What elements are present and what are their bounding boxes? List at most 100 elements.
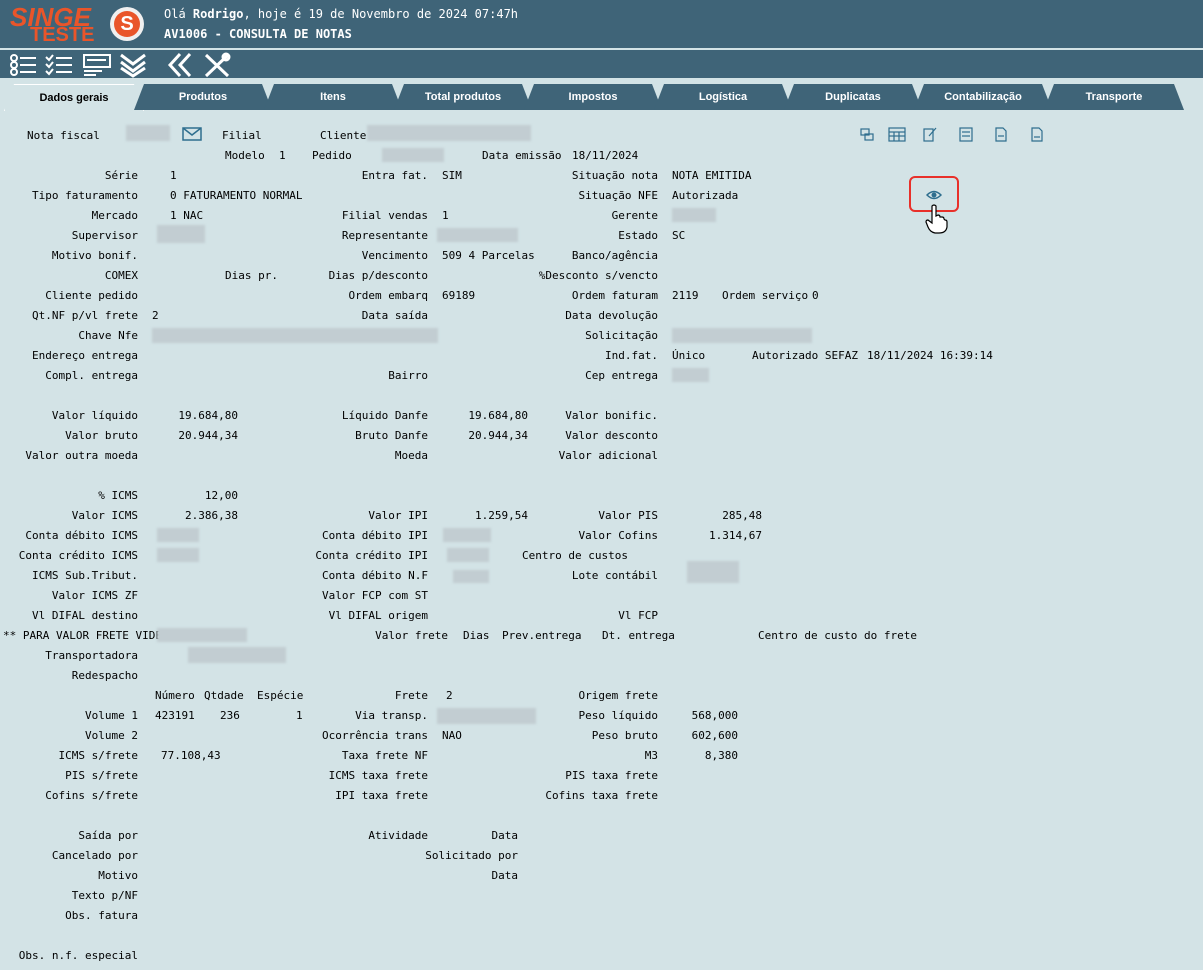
mercado-value: 1 NAC xyxy=(170,209,204,222)
ordem-servico-value: 0 xyxy=(812,289,819,302)
calendar-icon[interactable] xyxy=(888,127,906,142)
label-solicitacao: Solicitação xyxy=(585,329,658,342)
peso-bruto-value: 602,600 xyxy=(691,729,738,742)
label-conta-debito-icms: Conta débito ICMS xyxy=(25,529,138,542)
list-check-icon[interactable] xyxy=(44,52,74,78)
label-conta-debito-ipi: Conta débito IPI xyxy=(322,529,428,542)
representante-value xyxy=(437,228,518,242)
volume1-qtdade: 236 xyxy=(220,709,240,722)
label-data-devolucao: Data devolução xyxy=(565,309,658,322)
label-conta-debito-nf: Conta débito N.F xyxy=(322,569,428,582)
label-peso-bruto: Peso bruto xyxy=(591,729,658,742)
label-motivo-bonif: Motivo bonif. xyxy=(51,249,138,262)
label-motivo: Motivo xyxy=(98,869,138,882)
label-valor-pis: Valor PIS xyxy=(598,509,658,522)
label-lote-contabil: Lote contábil xyxy=(571,569,658,582)
screen-title: AV1006 - CONSULTA DE NOTAS xyxy=(164,27,352,41)
tipo-faturamento-value: 0 FATURAMENTO NORMAL xyxy=(170,189,303,202)
label-valor-desconto: Valor desconto xyxy=(565,429,658,442)
label-moeda: Moeda xyxy=(394,449,428,462)
label-compl-entrega: Compl. entrega xyxy=(45,369,138,382)
label-vl-difal-destino: Vl DIFAL destino xyxy=(32,609,138,622)
autorizado-sefaz-value: 18/11/2024 16:39:14 xyxy=(867,349,993,362)
label-icms-sub-tribut: ICMS Sub.Tribut. xyxy=(32,569,138,582)
label-comex: COMEX xyxy=(104,269,138,282)
label-cliente: Cliente xyxy=(320,129,367,142)
label-ocorrencia-trans: Ocorrência trans xyxy=(322,729,428,742)
label-endereco-entrega: Endereço entrega xyxy=(32,349,138,362)
label-taxa-frete-nf: Taxa frete NF xyxy=(341,749,428,762)
tab-impostos[interactable]: Impostos xyxy=(524,84,662,110)
label-dias-desconto: Dias p/desconto xyxy=(328,269,428,282)
tools-icon[interactable] xyxy=(202,52,232,78)
double-chevron-left-icon[interactable] xyxy=(166,52,196,78)
label-ordem-faturam: Ordem faturam xyxy=(571,289,658,302)
label-valor-outra-moeda: Valor outra moeda xyxy=(25,449,138,462)
label-transportadora: Transportadora xyxy=(45,649,138,662)
label-vencimento: Vencimento xyxy=(361,249,428,262)
lote-contabil-value xyxy=(687,561,739,583)
label-atividade: Atividade xyxy=(368,829,428,842)
label-para-valor-frete: ** PARA VALOR FRETE VIDE xyxy=(3,629,162,642)
label-ind-fat: Ind.fat. xyxy=(605,349,658,362)
edit-document-icon[interactable] xyxy=(923,127,937,142)
double-chevron-down-icon[interactable] xyxy=(118,52,148,78)
ordem-faturam-value: 2119 xyxy=(672,289,699,302)
label-obs-nf-especial: Obs. n.f. especial xyxy=(18,949,138,962)
label-qt-nf-frete: Qt.NF p/vl frete xyxy=(32,309,138,322)
label-especie: Espécie xyxy=(257,689,304,702)
valor-pis-value: 285,48 xyxy=(722,509,762,522)
singe-mark-icon: S xyxy=(110,7,144,41)
bruto-danfe-value: 20.944,34 xyxy=(468,429,528,442)
label-volume2: Volume 2 xyxy=(85,729,138,742)
list-check-icon[interactable] xyxy=(8,52,38,78)
label-dias-pr: Dias pr. xyxy=(225,269,278,282)
icms-s-frete-value: 77.108,43 xyxy=(161,749,221,762)
ordem-embarq-value: 69189 xyxy=(442,289,476,302)
xml-icon[interactable] xyxy=(1031,127,1045,142)
document-icon[interactable] xyxy=(959,127,973,142)
label-cep-entrega: Cep entrega xyxy=(585,369,658,382)
conta-credito-ipi-value xyxy=(447,548,489,562)
logo-text-bottom: TESTE xyxy=(30,24,95,46)
label-dt-entrega: Dt. entrega xyxy=(602,629,675,642)
label-valor-adicional: Valor adicional xyxy=(558,449,658,462)
app-header: SINGE TESTE S Olá Rodrigo, hoje é 19 de … xyxy=(0,0,1203,48)
pdf-icon[interactable] xyxy=(995,127,1009,142)
label-chave-nfe: Chave Nfe xyxy=(78,329,138,342)
label-prev-entrega: Prev.entrega xyxy=(502,629,582,642)
label-origem-frete: Origem frete xyxy=(578,689,658,702)
tab-produtos[interactable]: Produtos xyxy=(134,84,272,110)
label-valor-fcp-st: Valor FCP com ST xyxy=(322,589,428,602)
label-pis-taxa-frete: PIS taxa frete xyxy=(565,769,658,782)
label-icms-taxa-frete: ICMS taxa frete xyxy=(328,769,428,782)
tab-duplicatas[interactable]: Duplicatas xyxy=(784,84,922,110)
chat-icon[interactable] xyxy=(860,128,874,142)
serie-value: 1 xyxy=(170,169,177,182)
tab-total-produtos[interactable]: Total produtos xyxy=(394,84,532,110)
form-icon[interactable] xyxy=(82,52,112,78)
tab-contabilizacao[interactable]: Contabilização xyxy=(914,84,1052,110)
label-tipo-faturamento: Tipo faturamento xyxy=(32,189,138,202)
solicitacao-value xyxy=(672,328,812,343)
label-centro-custo-frete: Centro de custo do frete xyxy=(758,629,917,642)
qt-nf-frete-value: 2 xyxy=(152,309,159,322)
cep-entrega-value xyxy=(672,368,709,382)
tab-logistica[interactable]: Logística xyxy=(654,84,792,110)
frete-value: 2 xyxy=(446,689,453,702)
tab-transporte[interactable]: Transporte xyxy=(1044,84,1184,110)
label-centro-custos: Centro de custos xyxy=(522,549,628,562)
data-emissao-value: 18/11/2024 xyxy=(572,149,639,162)
toolbar xyxy=(0,48,1203,78)
valor-liquido-value: 19.684,80 xyxy=(178,409,238,422)
label-via-transp: Via transp. xyxy=(355,709,428,722)
label-bairro: Bairro xyxy=(388,369,428,382)
hand-cursor-icon xyxy=(924,204,948,234)
m3-value: 8,380 xyxy=(704,749,738,762)
eye-icon[interactable] xyxy=(925,189,943,203)
envelope-icon[interactable] xyxy=(182,127,202,141)
tab-dados-gerais[interactable]: Dados gerais xyxy=(4,84,144,111)
pct-icms-value: 12,00 xyxy=(204,489,238,502)
chave-nfe-value xyxy=(152,328,438,343)
tab-itens[interactable]: Itens xyxy=(264,84,402,110)
